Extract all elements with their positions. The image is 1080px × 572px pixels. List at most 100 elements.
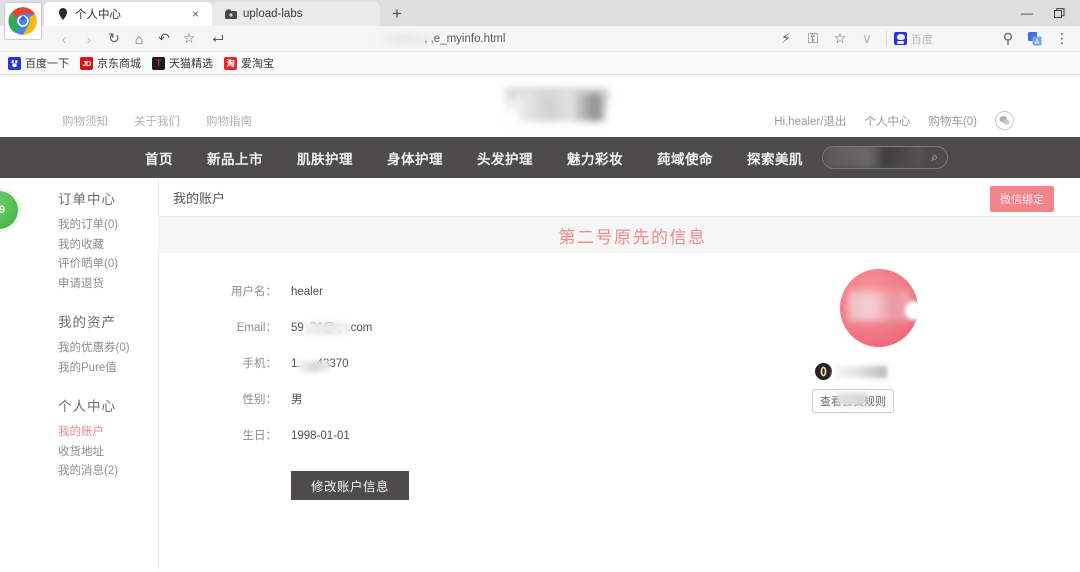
omnibox-actions: ⚡ ⚿ ☆ ∨ 百度 ⚲ A ⋮ [774, 28, 1074, 50]
chevron-down-icon[interactable]: ∨ [855, 28, 879, 50]
undo-icon[interactable]: ↶ [152, 28, 176, 50]
star-icon[interactable]: ☆ [828, 28, 852, 50]
wechat-icon[interactable] [995, 111, 1014, 130]
sidebar-item-returns[interactable]: 申请退货 [58, 275, 156, 295]
avatar-redaction [848, 291, 910, 321]
sidebar-item-addresses[interactable]: 收货地址 [58, 443, 156, 463]
site-logo[interactable] [505, 79, 609, 127]
top-link-shopping-notice[interactable]: 购物须知 [62, 113, 108, 129]
avatar[interactable] [840, 269, 918, 347]
bookmarks-bar: 百度一下 JD 京东商城 T 天猫精选 淘 爱淘宝 [0, 52, 1080, 75]
browser-tab-active[interactable]: 个人中心 × [44, 2, 212, 26]
nav-item-makeup[interactable]: 魅力彩妆 [550, 148, 640, 168]
minimize-icon[interactable]: — [1012, 0, 1042, 26]
sidebar-item-my-orders[interactable]: 我的订单(0) [58, 216, 156, 236]
sidebar-heading: 个人中心 [58, 399, 116, 414]
maximize-icon[interactable] [1044, 0, 1074, 26]
close-icon[interactable]: × [189, 7, 202, 21]
site-header: 购物须知 关于我们 购物指南 Hi,healer/退出 个人中心 购物车(0) [0, 75, 1080, 137]
nav-item-mission[interactable]: 莼域使命 [640, 148, 730, 168]
site-top-links: 购物须知 关于我们 购物指南 [0, 113, 252, 137]
nav-item-home[interactable]: 首页 [128, 148, 190, 168]
nav-item-bodycare[interactable]: 身体护理 [370, 148, 460, 168]
user-center-link[interactable]: 个人中心 [864, 113, 910, 129]
avatar-notch [905, 301, 918, 320]
sidebar-item-my-favorites[interactable]: 我的收藏 [58, 236, 156, 256]
back-icon[interactable]: ‹ [52, 28, 76, 50]
reader-mode-icon[interactable]: ⮠ [206, 28, 230, 50]
search-icon[interactable]: ⌕ [931, 150, 938, 165]
home-icon[interactable]: ⌂ [127, 28, 151, 50]
field-label: 性别： [242, 394, 278, 406]
edit-account-button[interactable]: 修改账户信息 [291, 471, 409, 500]
field-row-phone: 手机： 1.. ...43370 [219, 355, 519, 391]
member-badge-icon [815, 363, 832, 380]
menu-icon[interactable]: ⋮ [1050, 28, 1074, 50]
forward-icon[interactable]: › [77, 28, 101, 50]
floating-badge[interactable]: 49 [0, 191, 18, 229]
site-search-box[interactable]: ⌕ [822, 146, 948, 169]
member-rules-button[interactable]: 查看会员规则 [812, 389, 894, 413]
translate-icon[interactable]: A [1023, 28, 1047, 50]
search-icon[interactable]: ⚲ [996, 28, 1020, 50]
field-value-gender: 男 [291, 394, 303, 406]
member-rules-redaction [837, 393, 867, 405]
bookmark-star-icon[interactable]: ☆ [177, 28, 201, 50]
nav-item-new-arrivals[interactable]: 新品上市 [190, 148, 280, 168]
cart-link[interactable]: 购物车(0) [928, 113, 977, 129]
sidebar-item-pure-points[interactable]: 我的Pure值 [58, 359, 156, 379]
panel-body: 用户名： healer Email： 59 .76@qq.com 手 [159, 253, 1080, 500]
lightning-icon[interactable]: ⚡ [774, 28, 798, 50]
key-icon[interactable]: ⚿ [801, 28, 825, 50]
sidebar-heading: 订单中心 [58, 192, 116, 207]
reload-icon[interactable]: ↻ [102, 28, 126, 50]
search-redaction [826, 147, 922, 167]
bookmark-item[interactable]: JD 京东商城 [80, 55, 141, 71]
bookmark-item[interactable]: 百度一下 [8, 55, 69, 71]
nav-items: 首页 新品上市 肌肤护理 身体护理 头发护理 魅力彩妆 莼域使命 探索美肌 [0, 148, 820, 168]
field-value-phone: 1.. ...43370 [291, 358, 349, 372]
site-nav: 首页 新品上市 肌肤护理 身体护理 头发护理 魅力彩妆 莼域使命 探索美肌 ⌕ [0, 137, 1080, 178]
sidebar-item-coupons[interactable]: 我的优惠券(0) [58, 339, 156, 359]
nav-item-haircare[interactable]: 头发护理 [460, 148, 550, 168]
bookmark-item[interactable]: 淘 爱淘宝 [224, 55, 274, 71]
field-value-birthday: 1998-01-01 [291, 430, 350, 442]
member-level-row [815, 363, 887, 380]
chrome-logo-icon [4, 2, 42, 40]
sidebar-item-my-account[interactable]: 我的账户 [58, 423, 156, 443]
member-name-redaction [833, 365, 887, 378]
sidebar-item-reviews[interactable]: 评价晒单(0) [58, 255, 156, 275]
panel-header: 我的账户 微信绑定 [159, 178, 1080, 217]
browser-tab-inactive[interactable]: upload-labs [212, 2, 380, 26]
field-row-birthday: 生日： 1998-01-01 [219, 427, 519, 463]
user-greeting-logout[interactable]: Hi,healer/退出 [774, 113, 846, 129]
account-info-list: 用户名： healer Email： 59 .76@qq.com 手 [159, 283, 519, 500]
search-engine-chip[interactable]: 百度 [886, 30, 933, 47]
folder-icon [224, 8, 237, 21]
address-bar[interactable]: ⮠ , ,e_myinfo.html [204, 28, 771, 50]
field-row-username: 用户名： healer [219, 283, 519, 319]
page-viewport: 购物须知 关于我们 购物指南 Hi,healer/退出 个人中心 购物车(0) … [0, 75, 1080, 571]
bookmark-label: 爱淘宝 [241, 58, 274, 70]
bookmark-label: 京东商城 [97, 58, 141, 70]
top-link-shopping-guide[interactable]: 购物指南 [206, 113, 252, 129]
taobao-icon: 淘 [224, 56, 237, 70]
page-title: 我的账户 [173, 190, 226, 206]
annotation-text: 第二号原先的信息 [558, 227, 707, 248]
sidebar-item-messages[interactable]: 我的消息(2) [58, 462, 156, 482]
wechat-bind-button[interactable]: 微信绑定 [990, 186, 1054, 212]
field-value-username: healer [291, 286, 323, 298]
bookmark-label: 百度一下 [25, 58, 69, 70]
search-engine-label: 百度 [911, 33, 933, 46]
baidu-icon [8, 56, 21, 70]
field-label: 生日： [242, 430, 278, 442]
bookmark-item[interactable]: T 天猫精选 [152, 55, 213, 71]
top-link-about-us[interactable]: 关于我们 [134, 113, 180, 129]
field-label: 手机： [242, 358, 278, 370]
new-tab-button[interactable]: + [380, 2, 414, 26]
nav-item-explore[interactable]: 探索美肌 [730, 148, 820, 168]
tab-title: 个人中心 [75, 9, 121, 21]
field-label: 用户名： [231, 286, 277, 298]
nav-item-skincare[interactable]: 肌肤护理 [280, 148, 370, 168]
account-sidebar: 订单中心 我的订单(0) 我的收藏 评价晒单(0) 申请退货 我的资产 我的优惠… [58, 188, 156, 499]
